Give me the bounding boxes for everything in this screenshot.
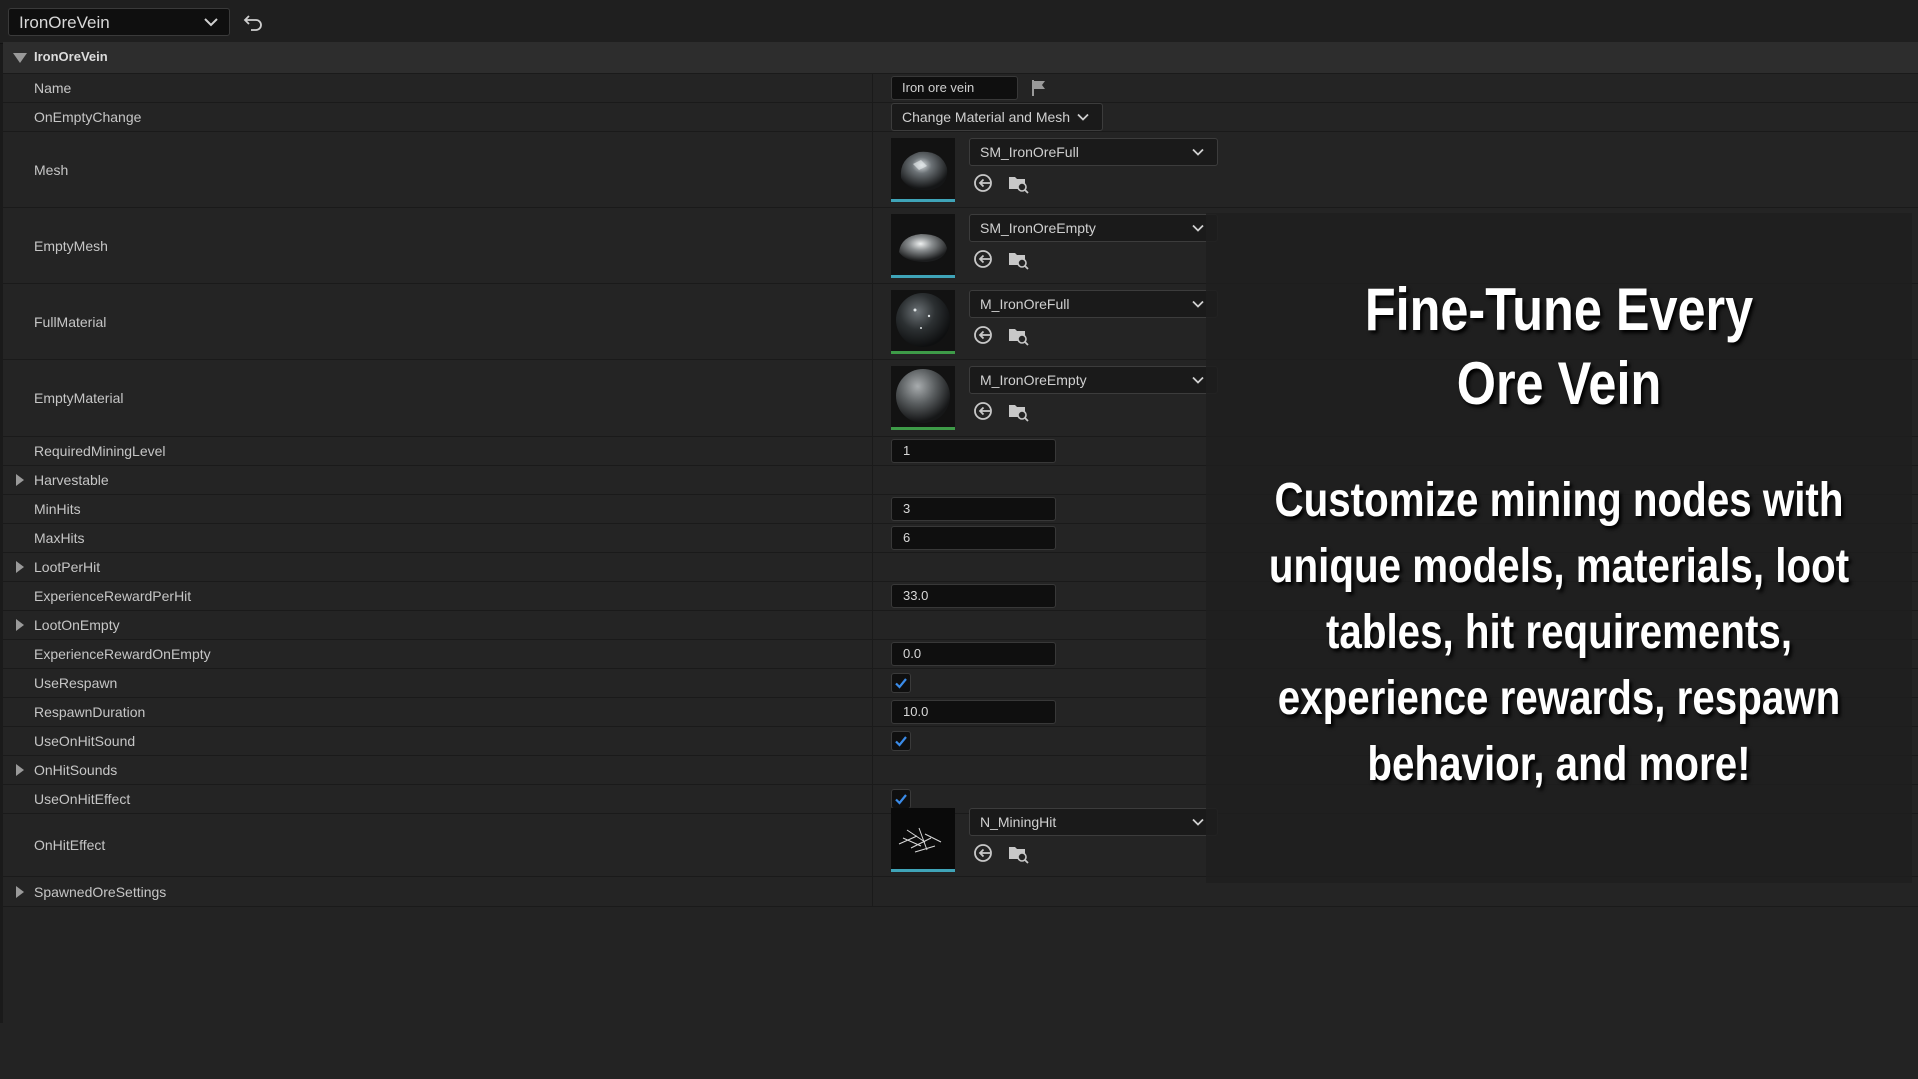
description-line: unique models, materials, loot	[1268, 540, 1850, 593]
property-label: Harvestable	[34, 472, 109, 488]
use-selected-asset-icon[interactable]	[972, 842, 994, 864]
property-label: OnHitEffect	[34, 837, 106, 853]
checkmark-icon	[894, 676, 908, 690]
use-selected-asset-icon[interactable]	[972, 248, 994, 270]
property-label: RespawnDuration	[34, 704, 146, 720]
property-label: FullMaterial	[34, 313, 107, 330]
asset-name: N_MiningHit	[980, 814, 1057, 830]
empty-mesh-asset-picker[interactable]: SM_IronOreEmpty	[969, 214, 1218, 242]
name-text-field[interactable]: Iron ore vein	[891, 76, 1018, 100]
property-label: EmptyMaterial	[34, 390, 124, 406]
property-label: RequiredMiningLevel	[34, 443, 166, 459]
use-on-hit-effect-checkbox[interactable]	[891, 789, 911, 809]
property-row-name: Name Iron ore vein	[3, 74, 1918, 103]
category-label: IronOreVein	[34, 49, 108, 64]
panel-empty-space	[0, 1023, 1918, 1079]
checkmark-icon	[894, 734, 908, 748]
headline-line: Ore Vein	[1456, 350, 1662, 417]
on-empty-change-dropdown[interactable]: Change Material and Mesh	[891, 103, 1103, 131]
property-label: Name	[34, 80, 72, 96]
experience-reward-on-empty-input[interactable]: 0.0	[891, 642, 1056, 666]
headline-line: Fine-Tune Every	[1364, 276, 1754, 343]
back-arrow-icon[interactable]	[242, 12, 264, 32]
use-selected-asset-icon[interactable]	[972, 324, 994, 346]
asset-name: SM_IronOreEmpty	[980, 220, 1096, 236]
chevron-down-icon	[1191, 221, 1205, 235]
flag-icon[interactable]	[1029, 78, 1049, 98]
empty-material-asset-picker[interactable]: M_IronOreEmpty	[969, 366, 1218, 394]
property-label: EmptyMesh	[34, 237, 108, 254]
respawn-duration-input[interactable]: 10.0	[891, 700, 1056, 724]
asset-name: M_IronOreFull	[980, 296, 1070, 312]
property-row-on-empty-change: OnEmptyChange Change Material and Mesh	[3, 103, 1918, 132]
on-hit-effect-asset-picker[interactable]: N_MiningHit	[969, 808, 1218, 836]
asset-selector-dropdown[interactable]: IronOreVein	[8, 8, 230, 36]
promo-headline: Fine-Tune Every Ore Vein	[1262, 273, 1855, 421]
description-line: experience rewards, respawn	[1277, 672, 1841, 725]
top-toolbar: IronOreVein	[0, 0, 1918, 44]
expand-arrow-icon[interactable]	[15, 886, 25, 898]
checkmark-icon	[894, 792, 908, 806]
full-material-asset-picker[interactable]: M_IronOreFull	[969, 290, 1218, 318]
property-label: LootPerHit	[34, 559, 101, 575]
empty-mesh-thumbnail[interactable]	[891, 214, 955, 278]
property-label: LootOnEmpty	[34, 617, 120, 633]
browse-to-asset-icon[interactable]	[1007, 248, 1029, 270]
property-label: MaxHits	[34, 530, 85, 546]
asset-selector-label: IronOreVein	[19, 13, 110, 32]
experience-reward-per-hit-input[interactable]: 33.0	[891, 584, 1056, 608]
max-hits-input[interactable]: 6	[891, 526, 1056, 550]
use-respawn-checkbox[interactable]	[891, 673, 911, 693]
browse-to-asset-icon[interactable]	[1007, 172, 1029, 194]
mesh-thumbnail[interactable]	[891, 138, 955, 202]
dropdown-value: Change Material and Mesh	[902, 109, 1071, 125]
chevron-down-icon	[1191, 145, 1205, 159]
property-label: Mesh	[34, 161, 69, 178]
promo-overlay: Fine-Tune Every Ore Vein Customize minin…	[1206, 213, 1912, 883]
property-label: ExperienceRewardOnEmpty	[34, 646, 211, 662]
expand-arrow-icon[interactable]	[15, 764, 25, 776]
chevron-down-icon	[1191, 297, 1205, 311]
browse-to-asset-icon[interactable]	[1007, 842, 1029, 864]
expand-arrow-icon[interactable]	[15, 619, 25, 631]
chevron-down-icon	[1191, 373, 1205, 387]
use-selected-asset-icon[interactable]	[972, 400, 994, 422]
property-row-mesh: Mesh SM_IronOreFull	[3, 132, 1918, 208]
property-label: OnHitSounds	[34, 762, 118, 778]
property-label: SpawnedOreSettings	[34, 883, 167, 900]
on-hit-effect-thumbnail[interactable]	[891, 808, 955, 872]
empty-material-thumbnail[interactable]	[891, 366, 955, 430]
use-on-hit-sound-checkbox[interactable]	[891, 731, 911, 751]
property-label: MinHits	[34, 501, 81, 517]
category-header-ironorevein[interactable]: IronOreVein	[3, 42, 1918, 74]
mesh-asset-picker[interactable]: SM_IronOreFull	[969, 138, 1218, 166]
min-hits-input[interactable]: 3	[891, 497, 1056, 521]
use-selected-asset-icon[interactable]	[972, 172, 994, 194]
description-line: behavior, and more!	[1367, 738, 1751, 791]
chevron-down-icon	[1191, 815, 1205, 829]
property-label: OnEmptyChange	[34, 109, 142, 125]
full-material-thumbnail[interactable]	[891, 290, 955, 354]
description-line: Customize mining nodes with	[1274, 474, 1844, 527]
chevron-down-icon	[1076, 110, 1090, 124]
collapse-triangle-icon[interactable]	[13, 52, 27, 64]
property-label: UseRespawn	[34, 675, 118, 691]
chevron-down-icon	[204, 18, 218, 27]
expand-arrow-icon[interactable]	[15, 474, 25, 486]
expand-arrow-icon[interactable]	[15, 561, 25, 573]
required-mining-level-input[interactable]: 1	[891, 439, 1056, 463]
browse-to-asset-icon[interactable]	[1007, 324, 1029, 346]
property-label: UseOnHitSound	[34, 733, 136, 749]
promo-description: Customize mining nodes with unique model…	[1262, 468, 1855, 798]
asset-name: SM_IronOreFull	[980, 144, 1079, 160]
asset-name: M_IronOreEmpty	[980, 372, 1087, 388]
property-label: ExperienceRewardPerHit	[34, 588, 192, 604]
browse-to-asset-icon[interactable]	[1007, 400, 1029, 422]
property-label: UseOnHitEffect	[34, 791, 131, 807]
description-line: tables, hit requirements,	[1325, 606, 1793, 659]
